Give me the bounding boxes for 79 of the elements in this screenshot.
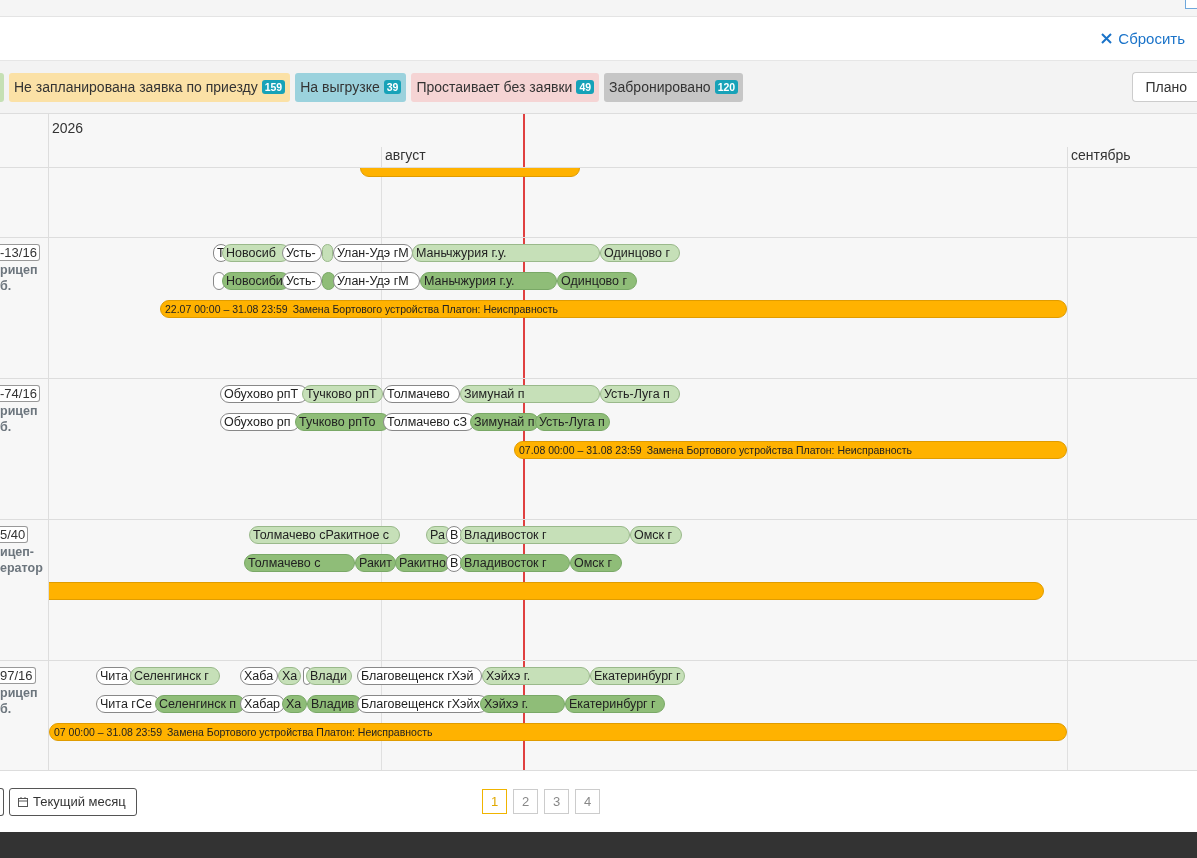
done-stop-chip[interactable]: Маньчжурия г.у. xyxy=(420,272,557,290)
vehicle-type: б. xyxy=(0,702,13,716)
vehicle-type: б. xyxy=(0,420,13,434)
vehicle-type: ератор xyxy=(0,561,44,575)
maintenance-bar[interactable]: 07 00:00 – 31.08 23:59 Замена Бортового устройства Платон: Неисправность xyxy=(49,723,1067,741)
stop-chip[interactable]: Улан-Удэ гМ xyxy=(333,272,420,290)
stop-chip[interactable]: В xyxy=(446,526,463,544)
stop-chip[interactable]: Хабар xyxy=(240,695,285,713)
vehicle-type: рицеп xyxy=(0,686,39,700)
filter-chip[interactable]: На выгрузке 39 xyxy=(295,72,407,102)
stop-chip[interactable]: Хаба xyxy=(240,667,278,685)
done-stop-chip[interactable]: Зимунай п xyxy=(470,413,539,431)
planned-stop-chip[interactable]: Омск г xyxy=(630,526,682,544)
plate-number: 97/16 xyxy=(0,667,36,684)
count-badge: 49 xyxy=(576,80,595,94)
done-stop-chip[interactable]: Толмачево с xyxy=(244,554,355,572)
done-stop-chip[interactable]: Владивосток г xyxy=(460,554,570,572)
vehicle-type: ицеп- xyxy=(0,545,36,559)
vehicle-type: рицеп xyxy=(0,404,39,418)
done-stop-chip[interactable]: Екатеринбург г xyxy=(565,695,665,713)
stop-chip[interactable]: Чита xyxy=(96,667,132,685)
planned-stop-chip[interactable]: Екатеринбург г xyxy=(590,667,685,685)
current-month-button[interactable]: Текущий месяц xyxy=(9,787,137,816)
maintenance-bar[interactable] xyxy=(49,582,1044,600)
filter-chip[interactable]: Не запланирована заявка по приезду 159 xyxy=(9,72,291,102)
reset-link[interactable]: Сбросить xyxy=(1101,30,1185,47)
vehicle-type: б. xyxy=(0,279,13,293)
planned-stop-chip[interactable]: Зимунай п xyxy=(460,385,600,403)
stop-chip[interactable]: Толмачево сЗ xyxy=(383,413,475,431)
stop-chip[interactable]: Чита гСе xyxy=(96,695,160,713)
page-button[interactable]: 4 xyxy=(575,789,600,814)
planned-stop-chip[interactable]: Ха xyxy=(278,667,302,685)
planned-stop-chip[interactable] xyxy=(322,244,333,262)
done-stop-chip[interactable] xyxy=(322,272,335,290)
stop-chip[interactable]: Благовещенск гХэй xyxy=(357,667,482,685)
button-edge[interactable] xyxy=(0,787,4,816)
planned-stop-chip[interactable]: Маньчжурия г.у. xyxy=(412,244,600,262)
maintenance-bar[interactable]: 07.08 00:00 – 31.08 23:59 Замена Бортового устройства Платон: Неисправность xyxy=(514,441,1067,459)
done-stop-chip[interactable]: Ракит xyxy=(355,554,397,572)
filter-chip[interactable]: Забронировано 120 xyxy=(604,72,744,102)
planned-stop-chip[interactable]: Влади xyxy=(306,667,352,685)
planned-stop-chip[interactable]: Хэйхэ г. xyxy=(482,667,590,685)
done-stop-chip[interactable]: Ракитно xyxy=(395,554,450,572)
done-stop-chip[interactable]: Омск г xyxy=(570,554,622,572)
vehicle-type: рицеп xyxy=(0,263,39,277)
page-button[interactable]: 3 xyxy=(544,789,569,814)
planned-stop-chip[interactable]: Усть-Луга п xyxy=(600,385,680,403)
planned-stop-chip[interactable]: Одинцово г xyxy=(600,244,680,262)
count-badge: 159 xyxy=(261,80,286,94)
close-icon xyxy=(1101,33,1113,44)
count-badge: 120 xyxy=(714,80,739,94)
stop-chip[interactable]: Толмачево xyxy=(383,385,460,403)
calendar-icon xyxy=(18,796,28,807)
planned-stop-chip[interactable]: Толмачево сРакитное с xyxy=(249,526,400,544)
view-button[interactable]: Плано xyxy=(1132,72,1197,102)
stop-chip[interactable]: Усть- xyxy=(282,244,322,262)
filter-chip[interactable]: Простаивает без заявки 49 xyxy=(411,72,600,102)
done-stop-chip[interactable]: Ха xyxy=(282,695,307,713)
done-stop-chip[interactable]: Одинцово г xyxy=(557,272,637,290)
planned-stop-chip[interactable]: Владивосток г xyxy=(460,526,630,544)
done-stop-chip[interactable]: Хэйхэ г. xyxy=(480,695,565,713)
stop-chip[interactable]: Обухово рп xyxy=(220,413,300,431)
plate-number: 5/40 xyxy=(0,526,29,543)
planned-stop-chip[interactable]: Селенгинск г xyxy=(130,667,220,685)
count-badge: 39 xyxy=(383,80,402,94)
planned-stop-chip[interactable]: Тучково рпТ xyxy=(302,385,383,403)
plate-number: -74/16 xyxy=(0,385,40,402)
year-label: 2026 xyxy=(52,120,84,136)
done-stop-chip[interactable]: Владив xyxy=(307,695,362,713)
done-stop-chip[interactable]: Усть-Луга п xyxy=(535,413,610,431)
stop-chip[interactable]: Усть- xyxy=(282,272,322,290)
plate-number: -13/16 xyxy=(0,244,40,261)
stop-chip[interactable]: Улан-Удэ гМ xyxy=(333,244,413,262)
done-stop-chip[interactable]: Селенгинск п xyxy=(155,695,245,713)
stop-chip[interactable]: В xyxy=(446,554,463,572)
page-button[interactable]: 2 xyxy=(513,789,538,814)
filter-chip[interactable] xyxy=(0,72,4,102)
maintenance-bar[interactable]: 22.07 00:00 – 31.08 23:59 Замена Бортового устройства Платон: Неисправность xyxy=(160,300,1067,318)
stop-chip[interactable] xyxy=(213,272,225,290)
